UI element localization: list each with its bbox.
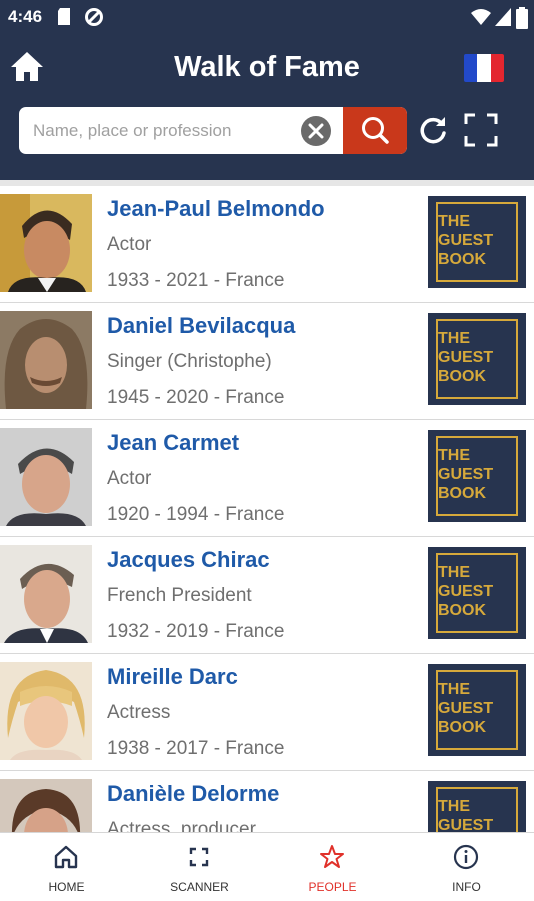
person-photo — [0, 311, 92, 409]
page-title: Walk of Fame — [174, 51, 360, 83]
clear-search-button[interactable] — [301, 116, 331, 146]
search-input[interactable] — [33, 107, 303, 154]
person-dates: 1938 - 2017 - France — [107, 738, 285, 759]
guest-book-button[interactable]: THE GUEST BOOK — [428, 196, 526, 288]
nav-info[interactable]: INFO — [400, 833, 533, 901]
people-list[interactable]: Jean-Paul Belmondo Actor 1933 - 2021 - F… — [0, 186, 534, 832]
flag-red-stripe — [490, 54, 504, 82]
list-item[interactable]: Daniel Bevilacqua Singer (Christophe) 19… — [0, 303, 534, 421]
close-icon — [308, 123, 324, 139]
scanner-icon — [189, 847, 209, 867]
person-name[interactable]: Jacques Chirac — [107, 547, 270, 573]
list-item[interactable]: Danièle Delorme Actress, producer THE GU… — [0, 771, 534, 832]
nav-scanner[interactable]: SCANNER — [133, 833, 266, 901]
guest-book-label: THE GUEST BOOK — [438, 213, 494, 268]
guest-book-label: THE GUEST BOOK — [438, 564, 494, 619]
person-role: Actor — [107, 234, 152, 255]
battery-icon — [516, 7, 528, 29]
person-photo — [0, 428, 92, 526]
person-photo — [0, 194, 92, 292]
person-name[interactable]: Jean-Paul Belmondo — [107, 196, 325, 222]
person-name[interactable]: Mireille Darc — [107, 664, 238, 690]
nav-label: INFO — [452, 880, 481, 894]
search-icon — [362, 117, 389, 144]
person-name[interactable]: Daniel Bevilacqua — [107, 313, 295, 339]
guest-book-label: THE GUEST BOOK — [438, 798, 494, 832]
language-flag-button[interactable] — [464, 54, 504, 82]
star-icon — [320, 845, 344, 868]
wifi-icon — [471, 9, 491, 25]
nav-home[interactable]: HOME — [0, 833, 133, 901]
person-role: Actor — [107, 468, 152, 489]
status-bar: 4:46 — [0, 0, 534, 34]
data-saver-icon — [85, 8, 103, 26]
person-photo — [0, 779, 92, 832]
person-dates: 1945 - 2020 - France — [107, 387, 285, 408]
guest-book-button[interactable]: THE GUEST BOOK — [428, 430, 526, 522]
sd-card-icon — [58, 8, 70, 25]
search-button[interactable] — [343, 107, 407, 154]
nav-label: PEOPLE — [308, 880, 357, 894]
guest-book-button[interactable]: THE GUEST BOOK — [428, 547, 526, 639]
list-item[interactable]: Jean Carmet Actor 1920 - 1994 - France T… — [0, 420, 534, 538]
guest-book-button[interactable]: THE GUEST BOOK — [428, 781, 526, 832]
person-dates: 1933 - 2021 - France — [107, 270, 285, 291]
nav-label: HOME — [48, 880, 85, 894]
nav-label: SCANNER — [170, 880, 229, 894]
fullscreen-icon[interactable] — [464, 113, 498, 147]
list-item[interactable]: Jean-Paul Belmondo Actor 1933 - 2021 - F… — [0, 186, 534, 304]
person-role: French President — [107, 585, 252, 606]
person-name[interactable]: Jean Carmet — [107, 430, 239, 456]
person-photo — [0, 545, 92, 643]
guest-book-button[interactable]: THE GUEST BOOK — [428, 313, 526, 405]
person-dates: 1920 - 1994 - France — [107, 504, 285, 525]
guest-book-label: THE GUEST BOOK — [438, 447, 494, 502]
person-name[interactable]: Danièle Delorme — [107, 781, 279, 807]
person-role: Singer (Christophe) — [107, 351, 272, 372]
guest-book-button[interactable]: THE GUEST BOOK — [428, 664, 526, 756]
flag-blue-stripe — [464, 54, 478, 82]
person-role: Actress, producer — [107, 819, 256, 832]
bottom-nav: HOME SCANNER PEOPLE INFO — [0, 832, 534, 901]
person-photo — [0, 662, 92, 760]
list-item[interactable]: Jacques Chirac French President 1932 - 2… — [0, 537, 534, 655]
app-header: Walk of Fame — [0, 34, 534, 180]
signal-icon — [495, 8, 511, 26]
guest-book-label: THE GUEST BOOK — [438, 681, 494, 736]
refresh-icon[interactable] — [416, 113, 450, 147]
status-time: 4:46 — [8, 7, 43, 26]
list-item[interactable]: Mireille Darc Actress 1938 - 2017 - Fran… — [0, 654, 534, 772]
person-role: Actress — [107, 702, 171, 723]
home-icon — [54, 845, 78, 869]
person-dates: 1932 - 2019 - France — [107, 621, 285, 642]
nav-people[interactable]: PEOPLE — [266, 833, 399, 901]
info-icon — [453, 844, 479, 870]
guest-book-label: THE GUEST BOOK — [438, 330, 494, 385]
search-box — [19, 107, 407, 154]
flag-white-stripe — [477, 54, 491, 82]
